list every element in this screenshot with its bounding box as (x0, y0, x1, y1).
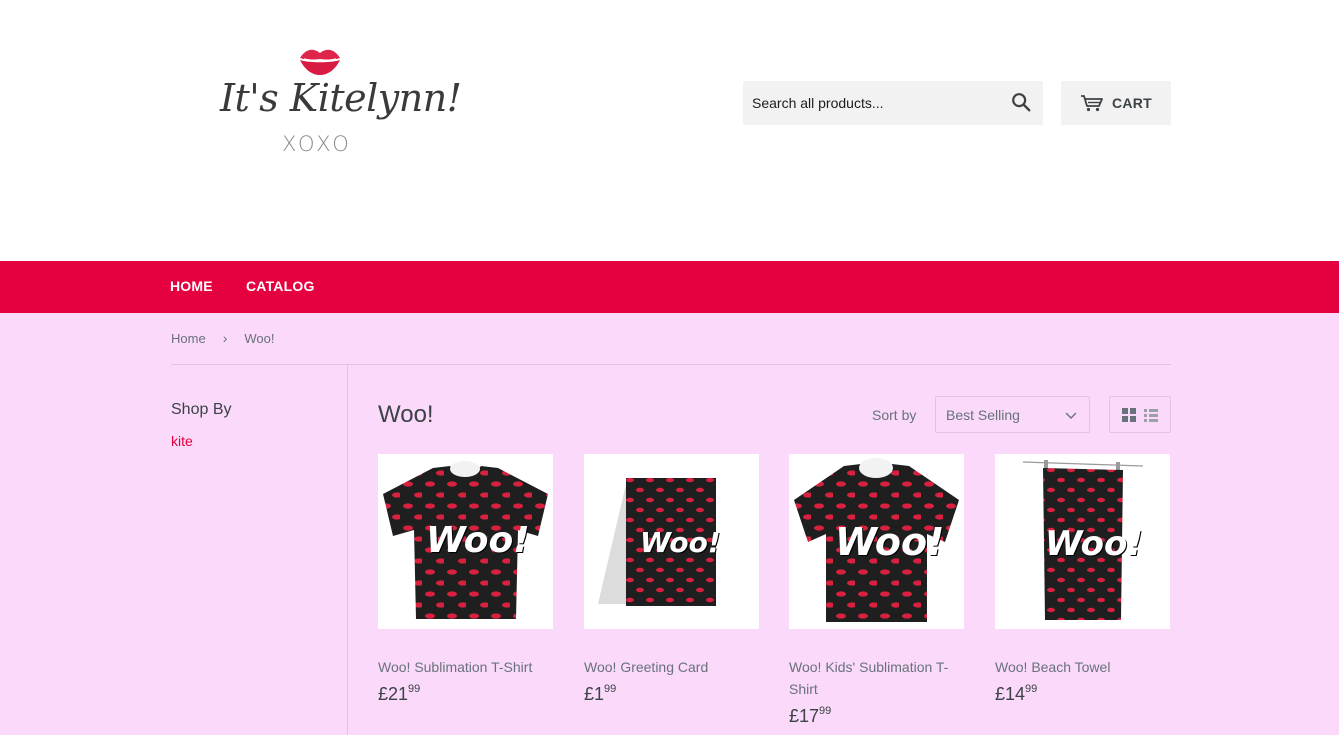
product-image[interactable]: Woo! (584, 454, 759, 629)
product-image-text: Woo! (640, 526, 721, 559)
product-price: £1799 (789, 705, 964, 727)
product-card[interactable]: Woo! Woo! Beach Towel £1499 (995, 454, 1170, 705)
product-price: £1499 (995, 683, 1170, 705)
nav-home[interactable]: HOME (170, 278, 213, 294)
sidebar-heading: Shop By (171, 401, 232, 418)
price-main: 14 (1005, 684, 1026, 704)
price-cents: 99 (1025, 683, 1038, 695)
nav-catalog[interactable]: CATALOG (246, 278, 315, 294)
price-currency: £ (789, 706, 800, 726)
logo-sub-text: XOXO (282, 132, 352, 156)
product-image-text: Woo! (1045, 524, 1143, 564)
site-logo[interactable]: It's Kitelynn! XOXO (214, 42, 462, 162)
breadcrumb: Home › Woo! (171, 330, 274, 346)
main-nav: HOME CATALOG (0, 261, 1339, 313)
sort-value: Best Selling (946, 406, 1020, 423)
product-name[interactable]: Woo! Sublimation T-Shirt (378, 656, 553, 678)
product-card[interactable]: Woo! Woo! Kids' Sublimation T-Shirt £179… (789, 454, 964, 727)
product-name[interactable]: Woo! Greeting Card (584, 656, 759, 678)
price-main: 17 (799, 706, 820, 726)
price-currency: £ (584, 684, 595, 704)
price-cents: 99 (604, 683, 617, 695)
lips-logo-icon (300, 49, 340, 75)
price-cents: 99 (819, 705, 832, 717)
cart-icon (1080, 95, 1103, 112)
view-toggle (1109, 396, 1171, 433)
chevron-down-icon (1065, 412, 1077, 419)
product-price: £2199 (378, 683, 553, 705)
sidebar-divider (347, 365, 348, 735)
site-header: It's Kitelynn! XOXO CART (0, 0, 1339, 261)
sort-select[interactable]: Best Selling (935, 396, 1090, 433)
breadcrumb-separator: › (222, 330, 228, 346)
divider (171, 364, 1171, 365)
product-card[interactable]: Woo! Woo! Greeting Card £199 (584, 454, 759, 705)
search-box (743, 81, 1043, 125)
product-name[interactable]: Woo! Kids' Sublimation T-Shirt (789, 656, 964, 700)
product-name[interactable]: Woo! Beach Towel (995, 656, 1170, 678)
product-image-text: Woo! (835, 520, 945, 564)
sidebar-filter-kite[interactable]: kite (171, 433, 193, 449)
price-main: 21 (388, 684, 409, 704)
product-image[interactable]: Woo! (995, 454, 1170, 629)
collection-title: Woo! (378, 401, 434, 428)
search-input[interactable] (743, 81, 998, 125)
grid-view-icon[interactable] (1121, 407, 1137, 423)
search-icon (1012, 93, 1031, 112)
list-view-icon[interactable] (1143, 407, 1159, 423)
product-card[interactable]: Woo! Woo! Sublimation T-Shirt £2199 (378, 454, 553, 705)
product-price: £199 (584, 683, 759, 705)
product-image-text: Woo! (426, 520, 530, 561)
cart-label: CART (1111, 95, 1153, 111)
product-image[interactable]: Woo! (378, 454, 553, 629)
breadcrumb-home[interactable]: Home (171, 331, 206, 346)
sort-label: Sort by (872, 407, 917, 423)
product-image[interactable]: Woo! (789, 454, 964, 629)
price-currency: £ (378, 684, 389, 704)
search-button[interactable] (1009, 91, 1033, 115)
price-cents: 99 (408, 683, 421, 695)
cart-button[interactable]: CART (1061, 81, 1171, 125)
price-currency: £ (995, 684, 1006, 704)
price-main: 1 (594, 684, 605, 704)
logo-script-text: It's Kitelynn! (220, 76, 462, 120)
breadcrumb-current: Woo! (244, 330, 275, 346)
